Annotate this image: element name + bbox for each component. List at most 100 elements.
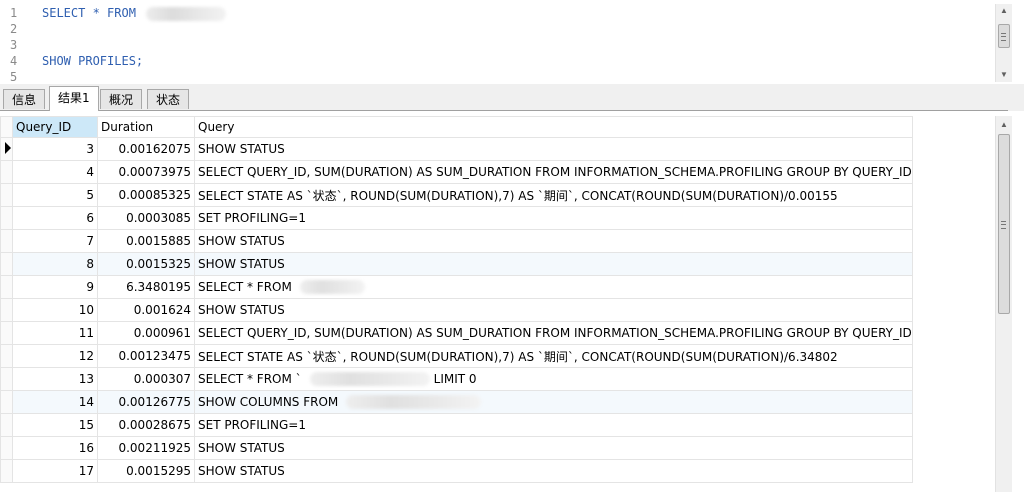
table-row[interactable]: 10 0.001624 SHOW STATUS — [0, 298, 913, 322]
cell-query[interactable]: SELECT QUERY_ID, SUM(DURATION) AS SUM_DU… — [194, 321, 913, 345]
table-row[interactable]: 5 0.00085325 SELECT STATE AS `状态`, ROUND(S… — [0, 183, 913, 207]
row-indicator[interactable] — [0, 160, 13, 184]
row-indicator[interactable] — [0, 206, 13, 230]
code-line[interactable]: 2 — [0, 21, 980, 37]
cell-query-id[interactable]: 4 — [12, 160, 98, 184]
row-indicator[interactable] — [0, 298, 13, 322]
cell-query[interactable]: SELECT STATE AS `状态`, ROUND(SUM(DURATION… — [194, 344, 913, 368]
cell-query-id[interactable]: 11 — [12, 321, 98, 345]
code-text[interactable]: SELECT * FROM — [42, 5, 226, 21]
row-indicator[interactable] — [0, 344, 13, 368]
cell-duration[interactable]: 0.00073975 — [97, 160, 195, 184]
scroll-down-arrow-icon[interactable]: ▼ — [996, 68, 1012, 82]
column-header-query[interactable]: Query — [194, 116, 913, 138]
row-indicator[interactable] — [0, 413, 13, 437]
row-indicator[interactable] — [0, 229, 13, 253]
cell-query-id[interactable]: 13 — [12, 367, 98, 391]
cell-query[interactable]: SET PROFILING=1 — [194, 413, 913, 437]
cell-query[interactable]: SHOW COLUMNS FROM — [194, 390, 913, 414]
row-indicator[interactable] — [0, 252, 13, 276]
editor-scrollbar[interactable]: ▲ ▼ — [995, 4, 1012, 82]
row-indicator[interactable] — [0, 390, 13, 414]
code-line[interactable]: 3 — [0, 37, 980, 53]
cell-query[interactable]: SHOW STATUS — [194, 252, 913, 276]
cell-query-id[interactable]: 17 — [12, 459, 98, 483]
row-indicator[interactable] — [0, 436, 13, 460]
cell-query[interactable]: SHOW STATUS — [194, 137, 913, 161]
cell-query-id[interactable]: 3 — [12, 137, 98, 161]
cell-query[interactable]: SELECT * FROM ` LIMIT 0 — [194, 367, 913, 391]
cell-query[interactable]: SHOW STATUS — [194, 436, 913, 460]
cell-duration[interactable]: 0.000307 — [97, 367, 195, 391]
tab-result-1[interactable]: 结果1 — [49, 86, 99, 111]
result-grid[interactable]: Query_ID Duration Query 3 0.00162075 SHOW … — [0, 116, 1000, 492]
table-row[interactable]: 8 0.0015325 SHOW STATUS — [0, 252, 913, 276]
cell-query[interactable]: SHOW STATUS — [194, 459, 913, 483]
cell-duration[interactable]: 0.00028675 — [97, 413, 195, 437]
table-row[interactable]: 13 0.000307 SELECT * FROM ` LIMIT 0 — [0, 367, 913, 391]
cell-duration[interactable]: 0.00123475 — [97, 344, 195, 368]
table-row[interactable]: 3 0.00162075 SHOW STATUS — [0, 137, 913, 161]
cell-duration[interactable]: 0.001624 — [97, 298, 195, 322]
grid-scroll-thumb[interactable] — [998, 134, 1010, 314]
cell-query-id[interactable]: 5 — [12, 183, 98, 207]
cell-query-id[interactable]: 7 — [12, 229, 98, 253]
table-row[interactable]: 12 0.00123475 SELECT STATE AS `状态`, ROUND(… — [0, 344, 913, 368]
cell-duration[interactable]: 0.0015885 — [97, 229, 195, 253]
column-header-duration[interactable]: Duration — [97, 116, 195, 138]
cell-query-id[interactable]: 12 — [12, 344, 98, 368]
table-row[interactable]: 16 0.00211925 SHOW STATUS — [0, 436, 913, 460]
table-row[interactable]: 14 0.00126775 SHOW COLUMNS FROM — [0, 390, 913, 414]
cell-duration[interactable]: 0.00126775 — [97, 390, 195, 414]
cell-duration[interactable]: 6.3480195 — [97, 275, 195, 299]
table-row[interactable]: 6 0.0003085 SET PROFILING=1 — [0, 206, 913, 230]
cell-query-id[interactable]: 10 — [12, 298, 98, 322]
scroll-up-arrow-icon[interactable]: ▲ — [996, 4, 1012, 18]
cell-query-id[interactable]: 8 — [12, 252, 98, 276]
table-row[interactable]: 17 0.0015295 SHOW STATUS — [0, 459, 913, 483]
cell-query[interactable]: SHOW STATUS — [194, 298, 913, 322]
table-row[interactable]: 11 0.000961 SELECT QUERY_ID, SUM(DURATION)… — [0, 321, 913, 345]
cell-query-id[interactable]: 6 — [12, 206, 98, 230]
cell-query-text: SHOW STATUS — [198, 257, 285, 271]
cell-duration[interactable]: 0.00085325 — [97, 183, 195, 207]
cell-query[interactable]: SELECT * FROM — [194, 275, 913, 299]
row-indicator[interactable] — [0, 137, 13, 161]
grid-scrollbar[interactable]: ▲ — [995, 116, 1012, 492]
tab-info[interactable]: 信息 — [3, 89, 46, 109]
cell-query[interactable]: SET PROFILING=1 — [194, 206, 913, 230]
code-line[interactable]: 4 SHOW PROFILES; — [0, 53, 980, 69]
cell-query-id[interactable]: 9 — [12, 275, 98, 299]
column-header-query-id[interactable]: Query_ID — [12, 116, 98, 138]
table-row[interactable]: 15 0.00028675 SET PROFILING=1 — [0, 413, 913, 437]
cell-query-id[interactable]: 16 — [12, 436, 98, 460]
cell-duration[interactable]: 0.0015325 — [97, 252, 195, 276]
row-indicator[interactable] — [0, 275, 13, 299]
table-row[interactable]: 7 0.0015885 SHOW STATUS — [0, 229, 913, 253]
row-indicator[interactable] — [0, 321, 13, 345]
cell-query-id[interactable]: 14 — [12, 390, 98, 414]
code-line[interactable]: 1 SELECT * FROM — [0, 5, 980, 21]
editor-scroll-thumb[interactable] — [998, 24, 1010, 48]
cell-query[interactable]: SELECT QUERY_ID, SUM(DURATION) AS SUM_DU… — [194, 160, 913, 184]
tab-status[interactable]: 状态 — [147, 89, 190, 109]
tab-overview[interactable]: 概况 — [100, 89, 143, 109]
sql-editor[interactable]: 1 SELECT * FROM 2 3 4 SHOW PROFILES; 5 ▲ ▼ — [0, 0, 1024, 85]
code-text[interactable]: SHOW PROFILES; — [42, 53, 143, 69]
cell-duration[interactable]: 0.0015295 — [97, 459, 195, 483]
cell-duration[interactable]: 0.00162075 — [97, 137, 195, 161]
row-indicator[interactable] — [0, 183, 13, 207]
table-row[interactable]: 4 0.00073975 SELECT QUERY_ID, SUM(DURATION… — [0, 160, 913, 184]
cell-query[interactable]: SHOW STATUS — [194, 229, 913, 253]
row-indicator[interactable] — [0, 459, 13, 483]
cell-query-id[interactable]: 15 — [12, 413, 98, 437]
scroll-up-arrow-icon[interactable]: ▲ — [996, 118, 1012, 132]
row-indicator[interactable] — [0, 367, 13, 391]
code-line[interactable]: 5 — [0, 69, 980, 85]
cell-duration[interactable]: 0.00211925 — [97, 436, 195, 460]
cell-query[interactable]: SELECT STATE AS `状态`, ROUND(SUM(DURATION… — [194, 183, 913, 207]
cell-query-text: SHOW STATUS — [198, 303, 285, 317]
table-row[interactable]: 9 6.3480195 SELECT * FROM — [0, 275, 913, 299]
cell-duration[interactable]: 0.000961 — [97, 321, 195, 345]
cell-duration[interactable]: 0.0003085 — [97, 206, 195, 230]
